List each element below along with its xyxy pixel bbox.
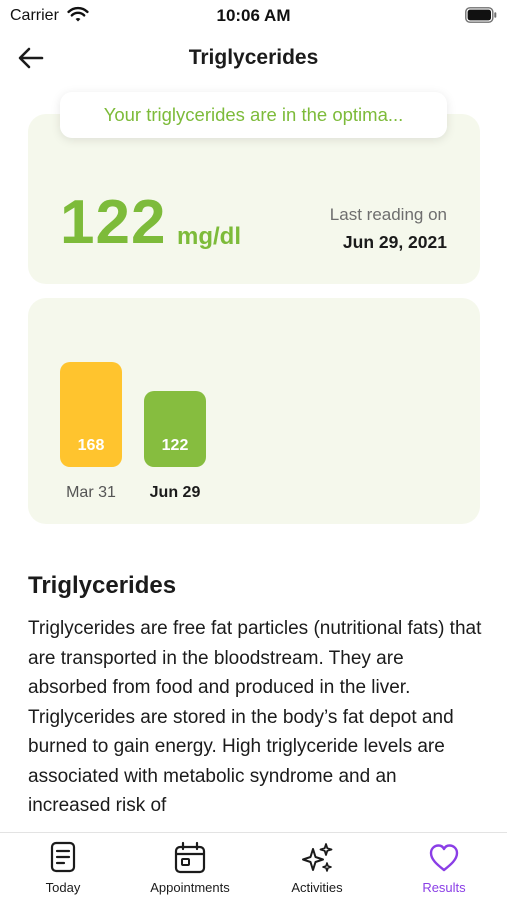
status-banner[interactable]: Your triglycerides are in the optima... xyxy=(60,92,447,138)
today-icon xyxy=(50,841,76,873)
calendar-icon xyxy=(174,841,206,874)
heart-icon xyxy=(429,844,459,872)
info-body: Triglycerides are free fat particles (nu… xyxy=(28,618,482,816)
tab-label: Activities xyxy=(291,880,343,895)
tab-bar: Today Appointments Activities Results xyxy=(0,832,507,900)
status-bar: Carrier 10:06 AM xyxy=(0,0,507,32)
tab-label: Results xyxy=(422,880,466,895)
tab-label: Today xyxy=(45,880,81,895)
nav-bar: Triglycerides xyxy=(0,36,507,80)
last-reading-date: Jun 29, 2021 xyxy=(342,232,447,252)
bar-date-label: Mar 31 xyxy=(66,484,116,501)
tab-appointments[interactable]: Appointments xyxy=(127,833,253,900)
last-reading-label: Last reading on xyxy=(329,205,447,224)
tab-label: Appointments xyxy=(150,880,230,895)
reading-value: 122 xyxy=(60,188,167,257)
tab-today[interactable]: Today xyxy=(0,833,126,900)
bar-date-label: Jun 29 xyxy=(149,484,201,501)
bar-value: 168 xyxy=(77,437,105,454)
page-title: Triglycerides xyxy=(188,46,319,69)
tab-activities[interactable]: Activities xyxy=(254,833,380,900)
history-bar[interactable]: 168 xyxy=(60,362,122,467)
battery-icon xyxy=(465,7,497,23)
reading-unit: mg/dl xyxy=(177,223,241,250)
sparkles-icon xyxy=(302,843,333,872)
history-bar[interactable]: 122 xyxy=(144,391,206,467)
bar-value: 122 xyxy=(161,437,189,454)
info-title: Triglycerides xyxy=(28,572,177,599)
status-time: 10:06 AM xyxy=(216,6,291,25)
tab-results[interactable]: Results xyxy=(381,833,507,900)
